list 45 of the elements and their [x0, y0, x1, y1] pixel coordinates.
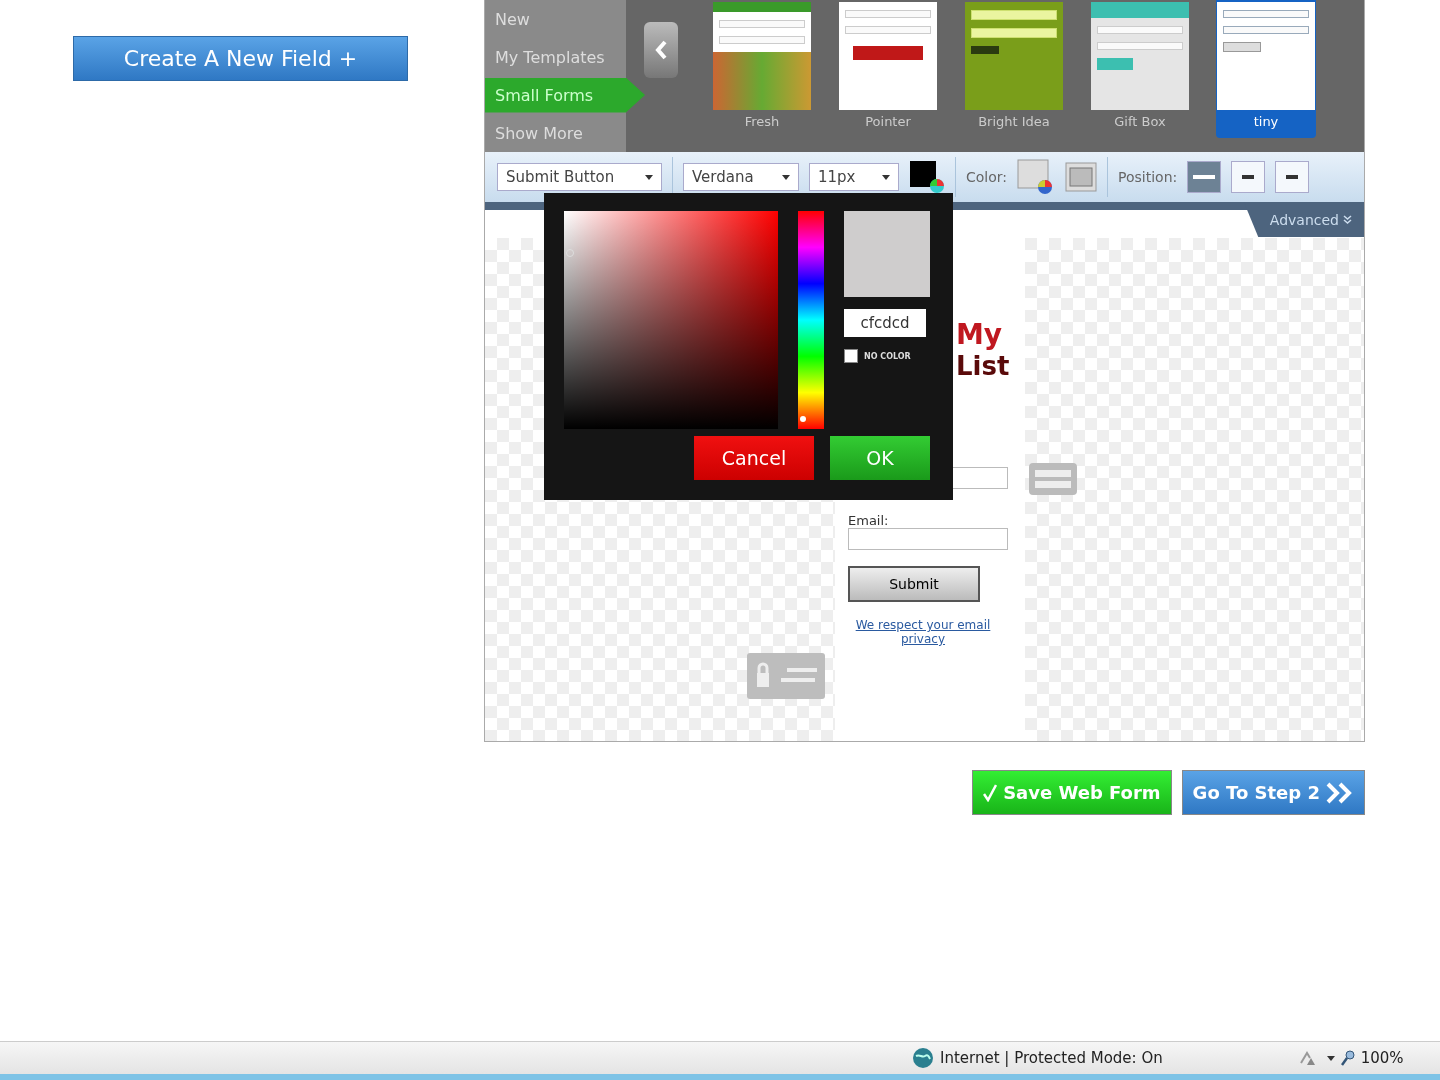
color-label: Color:	[966, 169, 1008, 185]
template-category-tab[interactable]: Show More	[485, 115, 625, 151]
caret-icon	[882, 174, 890, 180]
text-color-swatch-icon[interactable]	[909, 160, 945, 194]
hue-slider[interactable]	[798, 211, 824, 429]
padlock-badge-icon	[747, 653, 825, 699]
submit-button[interactable]: Submit	[848, 566, 980, 602]
email-label: Email:	[848, 513, 890, 528]
template-category-tab[interactable]: Small Forms	[485, 77, 645, 113]
keyboard-icon	[1028, 462, 1078, 496]
template-thumbnail[interactable]: tiny	[1216, 0, 1316, 138]
border-color-swatch-icon[interactable]	[1065, 162, 1098, 192]
caret-icon	[782, 174, 790, 180]
dropdown-arrow-icon[interactable]	[1326, 1055, 1335, 1061]
back-arrow-button[interactable]	[644, 22, 678, 78]
saturation-value-square[interactable]	[564, 211, 778, 429]
size-select[interactable]: 11px	[809, 163, 899, 191]
zoom-icon[interactable]	[1340, 1050, 1355, 1066]
position-button[interactable]	[1275, 161, 1310, 193]
next-step-button[interactable]: Go To Step 2	[1181, 770, 1365, 815]
position-label: Position:	[1118, 169, 1178, 185]
zoom-level[interactable]: 100%	[1360, 1049, 1404, 1067]
double-chevron-icon	[1326, 781, 1354, 804]
cancel-button[interactable]: Cancel	[694, 436, 814, 480]
hex-input-field[interactable]: cfcdcd	[844, 309, 926, 337]
globe-icon	[912, 1047, 934, 1069]
template-category-tab[interactable]: My Templates	[485, 39, 625, 75]
save-form-button[interactable]: Save Web Form	[972, 770, 1172, 815]
template-category-tab[interactable]: New	[485, 1, 625, 37]
no-color-label: NO COLOR	[864, 351, 911, 361]
checkmark-icon	[983, 783, 998, 802]
form-heading: My	[956, 318, 1003, 351]
element-select[interactable]: Submit Button	[497, 163, 662, 191]
ok-button[interactable]: OK	[830, 436, 930, 480]
no-color-checkbox[interactable]	[844, 349, 858, 363]
create-field-button[interactable]: Create A New Field +	[73, 36, 408, 81]
form-heading: List	[956, 351, 1010, 381]
font-select[interactable]: Verdana	[683, 163, 799, 191]
position-button[interactable]	[1231, 161, 1266, 193]
security-zone-text: Internet | Protected Mode: On	[940, 1049, 1163, 1067]
double-chevron-icon	[1343, 214, 1352, 225]
chevron-left-icon	[654, 39, 668, 61]
caret-icon	[645, 174, 653, 180]
privacy-link[interactable]: We respect your email privacy	[848, 618, 998, 646]
email-input-field[interactable]	[848, 528, 1008, 550]
